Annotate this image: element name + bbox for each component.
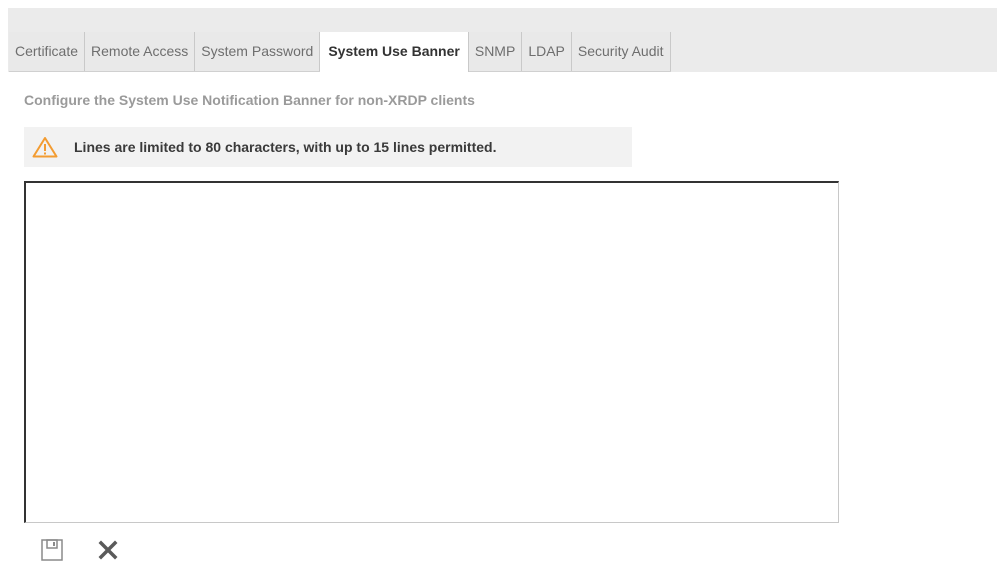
tab-content-panel: Configure the System Use Notification Ba… (8, 72, 997, 585)
banner-text-area[interactable] (24, 181, 839, 523)
tab-security-audit[interactable]: Security Audit (571, 32, 671, 71)
save-button[interactable] (38, 538, 66, 566)
cancel-button[interactable] (94, 538, 122, 566)
warning-text: Lines are limited to 80 characters, with… (74, 139, 497, 155)
tab-remote-access[interactable]: Remote Access (85, 32, 196, 71)
page-description: Configure the System Use Notification Ba… (24, 92, 475, 108)
save-icon (40, 538, 64, 567)
warning-notice: Lines are limited to 80 characters, with… (24, 127, 632, 167)
action-bar (38, 538, 122, 566)
close-icon (97, 539, 119, 566)
tab-certificate[interactable]: Certificate (9, 32, 86, 71)
tab-bar: Certificate Remote Access System Passwor… (9, 32, 671, 72)
tab-snmp[interactable]: SNMP (468, 32, 523, 71)
tab-system-password[interactable]: System Password (195, 32, 321, 71)
warning-triangle-icon (32, 136, 58, 158)
tab-system-use-banner[interactable]: System Use Banner (320, 32, 469, 72)
tab-ldap[interactable]: LDAP (522, 32, 572, 71)
top-gap (0, 0, 997, 8)
